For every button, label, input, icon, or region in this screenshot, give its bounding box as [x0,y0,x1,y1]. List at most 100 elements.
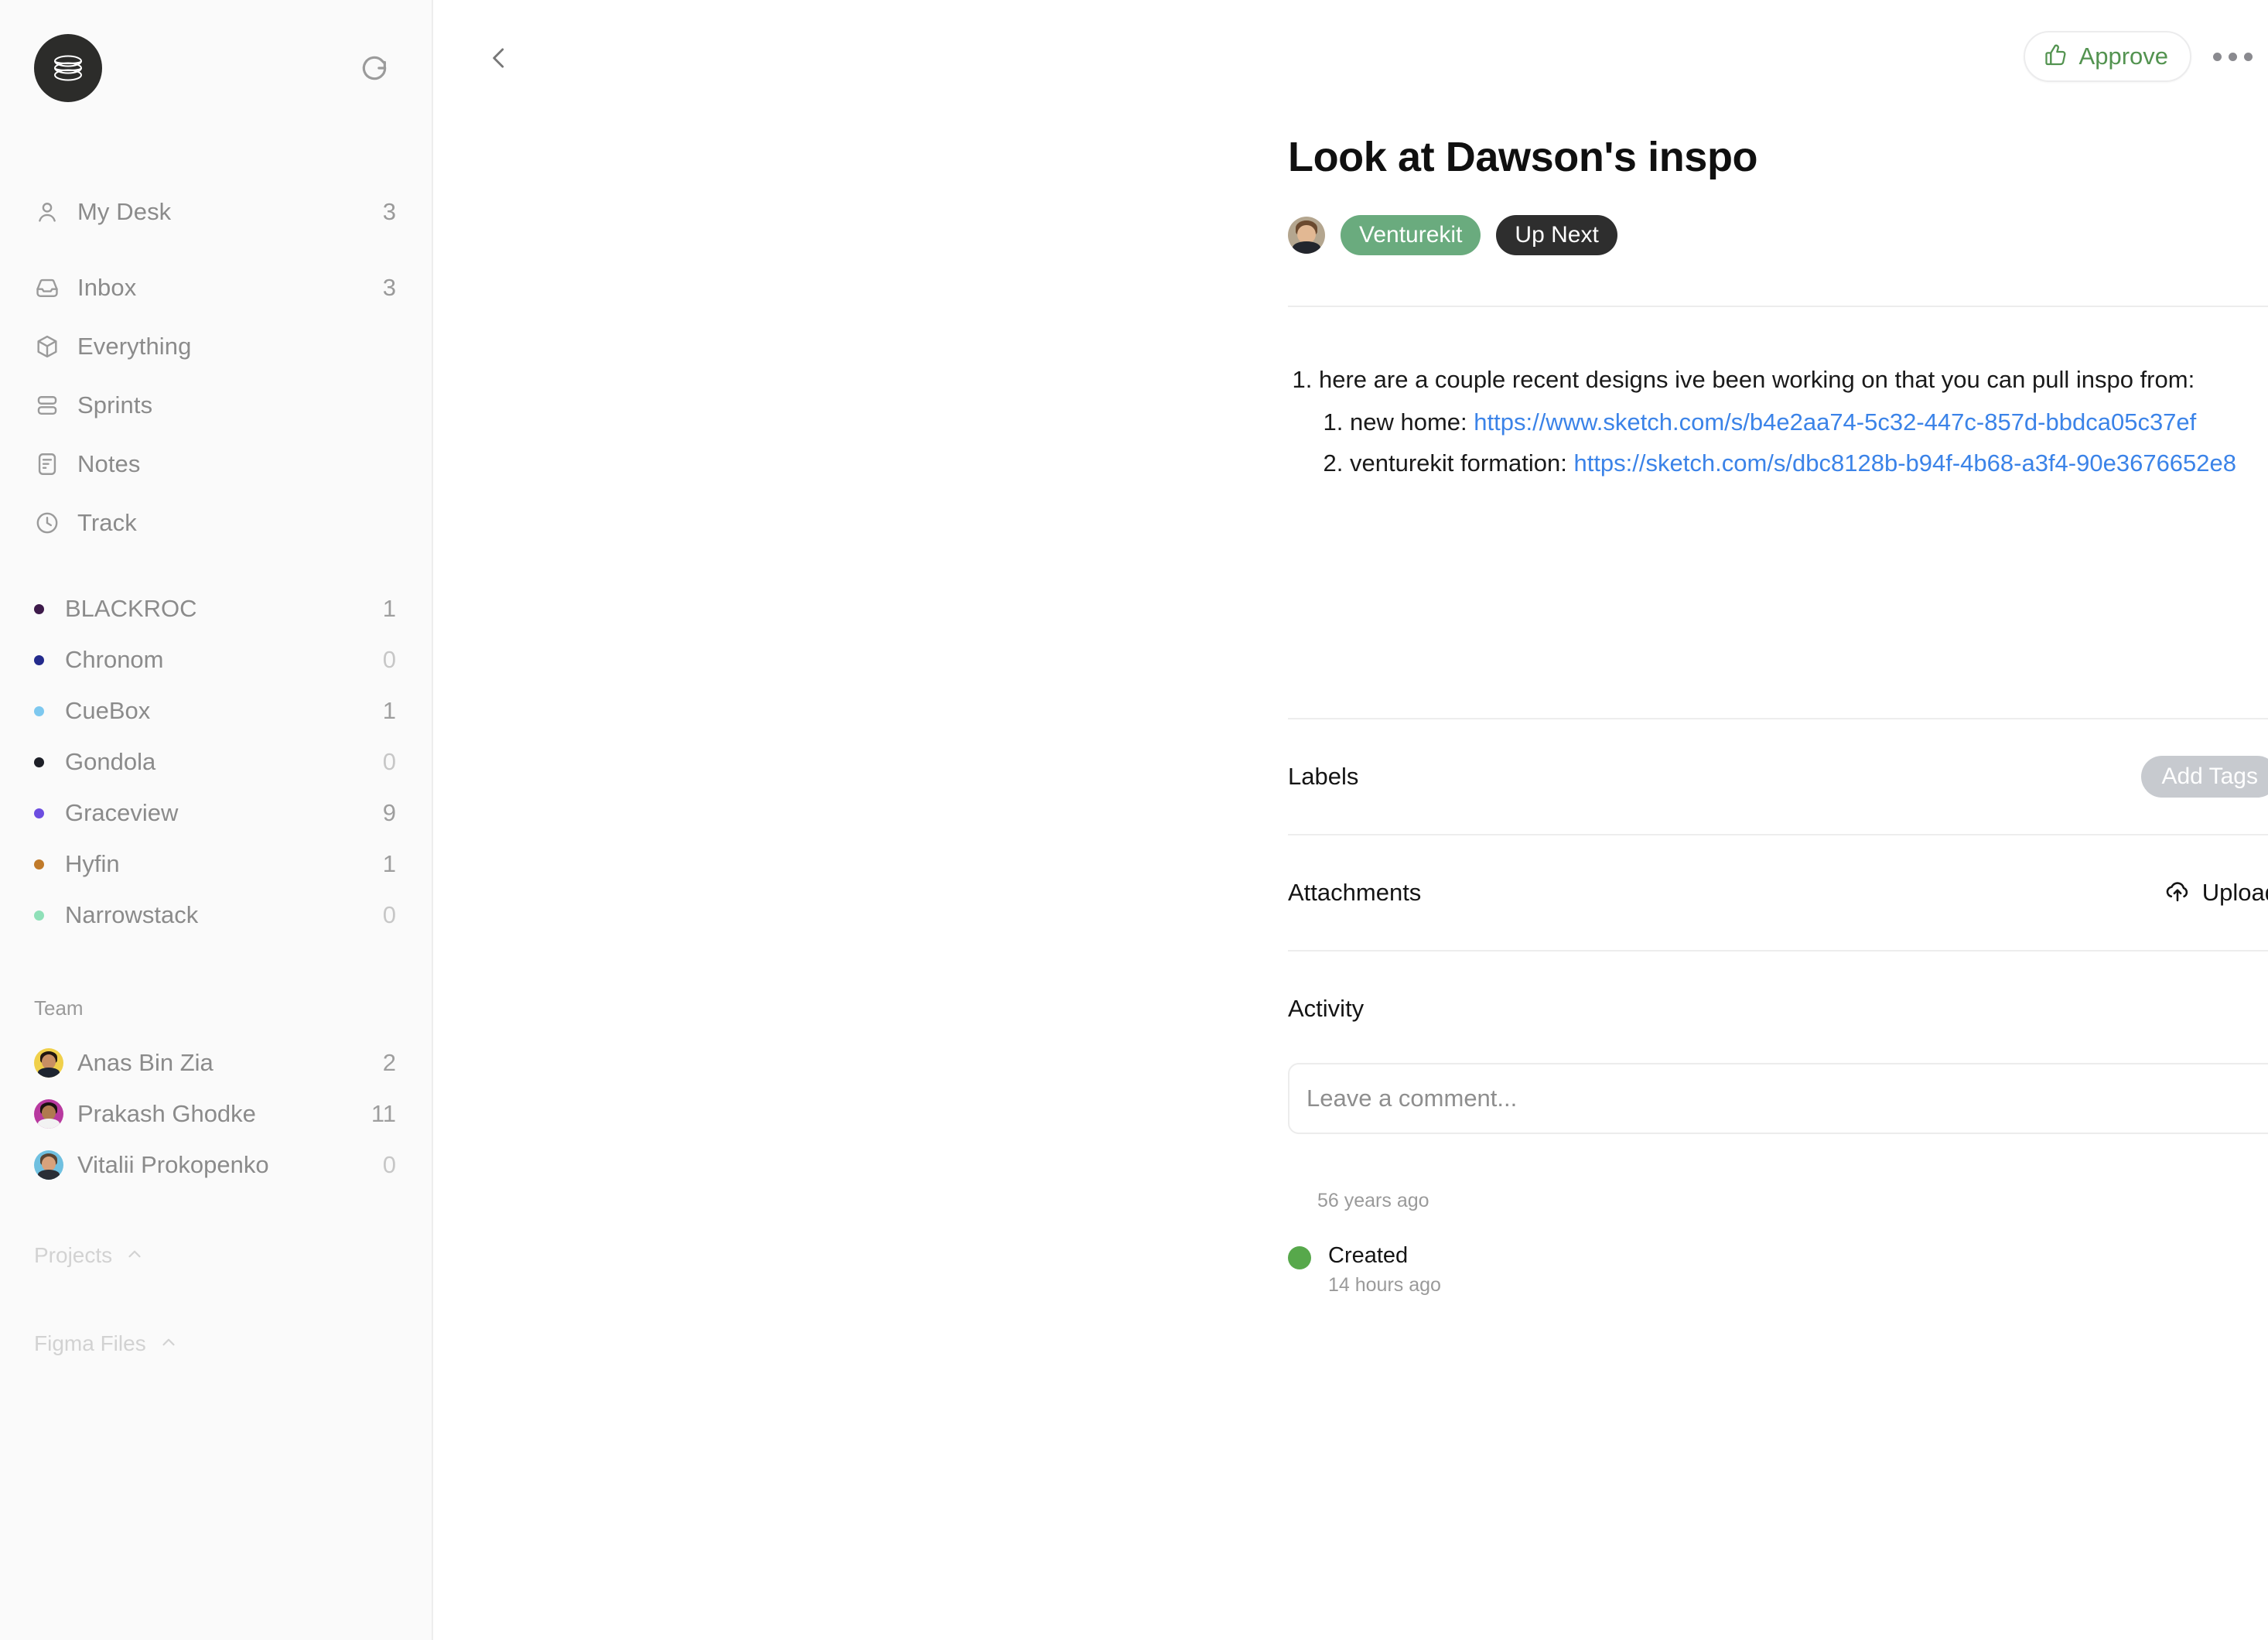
inbox-icon [34,275,70,301]
sidebar-item-track[interactable]: Track [0,494,432,552]
activity-title: Activity [1288,994,1365,1022]
sidebar-top-bar [0,0,432,102]
project-item-graceview[interactable]: Graceview 9 [0,788,432,839]
team-member-name: Vitalii Prokopenko [77,1151,269,1178]
project-count: 0 [382,901,396,928]
team-member-count: 0 [382,1151,396,1178]
team-member-count: 11 [371,1100,396,1127]
coil-logo-icon[interactable] [34,34,102,102]
project-item-chronom[interactable]: Chronom 0 [0,634,432,685]
activity-event-body: Created 14 hours ago [1328,1242,1441,1297]
project-count: 9 [382,799,396,826]
team-section-heading: Team [34,996,84,1020]
project-color-dot [34,654,60,665]
sidebar-item-label: Track [77,509,137,536]
sidebar: My Desk 3 Inbox 3 Everything Sprints Not… [0,0,433,1640]
avatar [34,1099,63,1129]
project-item-gondola[interactable]: Gondola 0 [0,736,432,788]
task-description: here are a couple recent designs ive bee… [1288,363,2268,483]
team-item-anas-bin-zia[interactable]: Anas Bin Zia 2 [0,1037,432,1088]
comment-placeholder: Leave a comment... [1306,1084,1518,1112]
team-member-name: Anas Bin Zia [77,1049,213,1076]
sidebar-item-label: My Desk [77,198,172,225]
upload-button[interactable]: Upload [2164,876,2268,908]
status-badge[interactable]: Up Next [1496,215,1617,255]
description-subitem: new home: https://www.sketch.com/s/b4e2a… [1350,404,2268,442]
project-count: 0 [382,646,396,673]
header-actions: Approve [2023,31,2256,82]
team-member-count: 2 [382,1049,396,1076]
description-subitem-prefix: venturekit formation: [1350,449,1574,477]
refresh-icon[interactable] [353,46,396,90]
more-horizontal-icon[interactable] [2208,32,2256,80]
note-icon [34,451,70,477]
add-tags-button[interactable]: Add Tags [2141,755,2268,798]
activity-event-time: 14 hours ago [1328,1274,1441,1297]
project-name: Graceview [65,799,179,826]
sidebar-item-sprints[interactable]: Sprints [0,376,432,435]
activity-event: Created 14 hours ago [1288,1242,2268,1297]
project-count: 1 [382,595,396,622]
assignee-avatar[interactable] [1288,217,1325,254]
project-item-narrowstack[interactable]: Narrowstack 0 [0,890,432,941]
project-item-blackroc[interactable]: BLACKROC 1 [0,583,432,634]
project-count: 0 [382,748,396,775]
project-item-cuebox[interactable]: CueBox 1 [0,685,432,736]
sidebar-item-notes[interactable]: Notes [0,435,432,494]
labels-title: Labels [1288,762,1359,790]
sketch-link-new-home[interactable]: https://www.sketch.com/s/b4e2aa74-5c32-4… [1474,408,2196,436]
attachments-title: Attachments [1288,878,1422,906]
sprints-icon [34,392,70,419]
sidebar-item-label: Notes [77,450,141,477]
project-item-hyfin[interactable]: Hyfin 1 [0,839,432,890]
project-color-dot [34,757,60,767]
activity-relative-time: 56 years ago [1317,1189,1429,1211]
project-name: Chronom [65,646,164,673]
project-name: Narrowstack [65,901,199,928]
chevron-left-icon[interactable] [476,36,521,80]
approve-button[interactable]: Approve [2023,31,2191,82]
chevron-up-icon [159,1332,179,1356]
sketch-link-venturekit-formation[interactable]: https://sketch.com/s/dbc8128b-b94f-4b68-… [1573,449,2236,477]
team-member-name: Prakash Ghodke [77,1100,256,1127]
upload-button-label: Upload [2201,878,2268,906]
task-meta-row: Venturekit Up Next [1288,215,2268,255]
sidebar-item-everything[interactable]: Everything [0,317,432,376]
project-color-dot [34,706,60,716]
project-count: 1 [382,850,396,877]
project-name: Hyfin [65,850,120,877]
clock-icon [34,510,70,536]
sidebar-item-label: Inbox [77,274,137,301]
status-dot [1288,1245,1311,1269]
team-item-prakash-ghodke[interactable]: Prakash Ghodke 11 [0,1088,432,1139]
sidebar-section-label: Projects [34,1243,113,1267]
activity-event-title: Created [1328,1242,1409,1268]
sidebar-item-inbox[interactable]: Inbox 3 [0,258,432,317]
sidebar-item-label: Sprints [77,391,153,419]
sidebar-item-label: Everything [77,333,192,360]
project-color-dot [34,808,60,818]
main-panel: Approve Look at Dawson's inspo Ventureki… [433,0,2268,1640]
sidebar-item-count: 3 [382,198,396,225]
comment-input[interactable]: Leave a comment... [1288,1062,2268,1134]
sidebar-section-projects[interactable]: Projects [0,1232,432,1279]
project-color-dot [34,859,60,870]
sidebar-item-my-desk[interactable]: My Desk 3 [0,183,432,241]
sidebar-nav: My Desk 3 Inbox 3 Everything Sprints Not… [0,183,432,552]
page-title: Look at Dawson's inspo [1288,134,1758,180]
description-item: here are a couple recent designs ive bee… [1319,363,2268,483]
project-list: BLACKROC 1 Chronom 0 CueBox 1 Gondola 0 … [0,583,432,941]
sidebar-section-figma-files[interactable]: Figma Files [0,1321,432,1367]
sidebar-item-count: 3 [382,274,396,301]
labels-section: Labels Add Tags [1288,717,2268,834]
cube-icon [34,333,70,360]
divider [1288,306,2268,307]
project-tag[interactable]: Venturekit [1341,215,1481,255]
project-name: Gondola [65,748,156,775]
task-header: Approve [433,0,2268,116]
description-subitem-prefix: new home: [1350,408,1474,436]
thumbs-up-icon [2044,43,2068,71]
team-item-vitalii-prokopenko[interactable]: Vitalii Prokopenko 0 [0,1139,432,1191]
description-subitem: venturekit formation: https://sketch.com… [1350,445,2268,483]
